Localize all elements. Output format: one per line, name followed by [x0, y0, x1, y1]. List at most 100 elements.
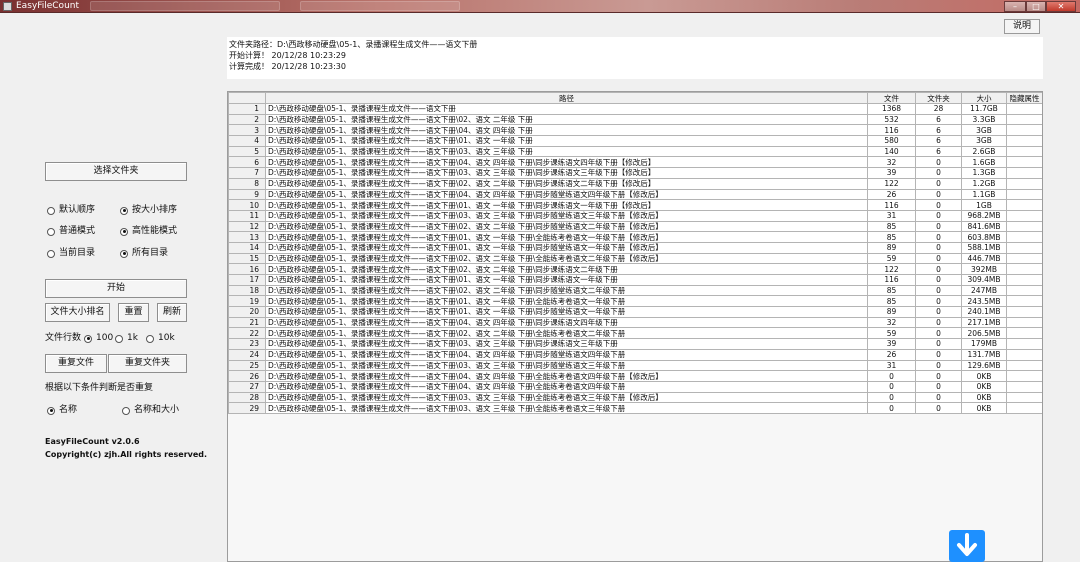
radio-current-directory[interactable]: 当前目录 [47, 248, 95, 259]
radio-label: 10k [158, 333, 175, 343]
table-row[interactable]: 18 D:\西政移动硬盘\05-1、录播课程生成文件——语文下册\02、语文 二年… [228, 284, 1042, 297]
cell-path: D:\西政移动硬盘\05-1、录播课程生成文件——语文下册\04、语文 四年级 … [265, 124, 868, 137]
cell-path: D:\西政移动硬盘\05-1、录播课程生成文件——语文下册\04、语文 四年级 … [265, 188, 868, 201]
radio-dot [47, 227, 55, 236]
table-row[interactable]: 20 D:\西政移动硬盘\05-1、录播课程生成文件——语文下册\01、语文 一年… [228, 306, 1042, 318]
cell-path: D:\西政移动硬盘\05-1、录播课程生成文件——语文下册\03、语文 三年级 … [265, 338, 868, 350]
maximize-icon[interactable]: □ [1026, 1, 1046, 12]
cell-path: D:\西政移动硬盘\05-1、录播课程生成文件——语文下册\04、语文 四年级 … [265, 370, 868, 382]
table-row[interactable]: 15 D:\西政移动硬盘\05-1、录播课程生成文件——语文下册\02、语文 二年… [228, 252, 1042, 265]
start-button[interactable]: 开始 [45, 279, 187, 298]
table-row[interactable]: 14 D:\西政移动硬盘\05-1、录播课程生成文件——语文下册\01、语文 一年… [228, 241, 1042, 254]
duplicate-files-button[interactable]: 重复文件 [45, 354, 107, 373]
column-header-folders[interactable]: 文件夹 [915, 92, 962, 104]
cell-folders: 0 [915, 359, 962, 372]
table-row[interactable]: 22 D:\西政移动硬盘\05-1、录播课程生成文件——语文下册\02、语文 二年… [228, 327, 1042, 340]
cell-files: 39 [867, 167, 916, 179]
radio-lines-100[interactable]: 100 [84, 333, 113, 344]
cell-folders: 0 [915, 167, 962, 179]
cell-size: 841.6MB [961, 220, 1007, 233]
cell-index: 1 [228, 103, 266, 115]
radio-dot [146, 334, 154, 343]
table-row[interactable]: 7 D:\西政移动硬盘\05-1、录播课程生成文件——语文下册\03、语文 三年级… [228, 167, 1042, 179]
folder-path-text: 文件夹路径：D:\西政移动硬盘\05-1、录播课程生成文件——语文下册 [229, 40, 478, 49]
table-row[interactable]: 5 D:\西政移动硬盘\05-1、录播课程生成文件——语文下册\03、语文 三年级… [228, 145, 1042, 158]
table-row[interactable]: 1 D:\西政移动硬盘\05-1、录播课程生成文件——语文下册 1368 28 11.7… [228, 103, 1042, 115]
cell-hidden [1006, 391, 1042, 404]
table-row[interactable]: 25 D:\西政移动硬盘\05-1、录播课程生成文件——语文下册\03、语文 三年… [228, 359, 1042, 372]
radio-sort-by-size[interactable]: 按大小排序 [120, 205, 177, 216]
results-table[interactable]: 路径 文件 文件夹 大小 隐藏属性 1 D:\西政移动硬盘\05-1、录播课程生成… [227, 91, 1043, 562]
minimize-icon[interactable]: – [1004, 1, 1026, 12]
cell-index: 6 [228, 156, 266, 169]
download-arrow-icon[interactable] [949, 530, 985, 562]
radio-label: 100 [96, 333, 114, 343]
cell-hidden [1006, 177, 1042, 190]
table-row[interactable]: 3 D:\西政移动硬盘\05-1、录播课程生成文件——语文下册\04、语文 四年级… [228, 124, 1042, 137]
file-size-rank-button[interactable]: 文件大小排名 [45, 303, 110, 322]
cell-folders: 0 [915, 199, 962, 211]
radio-default-order[interactable]: 默认顺序 [47, 205, 95, 216]
table-row[interactable]: 12 D:\西政移动硬盘\05-1、录播课程生成文件——语文下册\02、语文 二年… [228, 220, 1042, 233]
cell-files: 31 [867, 359, 916, 372]
cell-index: 17 [228, 274, 266, 286]
cell-files: 85 [867, 284, 916, 297]
cell-size: 243.5MB [961, 295, 1007, 308]
radio-lines-1k[interactable]: 1k [115, 333, 138, 344]
cell-hidden [1006, 274, 1042, 286]
table-row[interactable]: 26 D:\西政移动硬盘\05-1、录播课程生成文件——语文下册\04、语文 四年… [228, 370, 1042, 382]
table-row[interactable]: 13 D:\西政移动硬盘\05-1、录播课程生成文件——语文下册\01、语文 一年… [228, 231, 1042, 243]
cell-size: 0KB [961, 380, 1007, 393]
cell-hidden [1006, 380, 1042, 393]
table-row[interactable]: 23 D:\西政移动硬盘\05-1、录播课程生成文件——语文下册\03、语文 三年… [228, 338, 1042, 350]
cell-size: 392MB [961, 263, 1007, 275]
table-row[interactable]: 2 D:\西政移动硬盘\05-1、录播课程生成文件——语文下册\02、语文 二年级… [228, 113, 1042, 126]
table-row[interactable]: 21 D:\西政移动硬盘\05-1、录播课程生成文件——语文下册\04、语文 四年… [228, 316, 1042, 329]
cell-hidden [1006, 209, 1042, 222]
radio-high-performance-mode[interactable]: 高性能模式 [120, 226, 177, 237]
radio-by-name-and-size[interactable]: 名称和大小 [122, 405, 179, 416]
refresh-button[interactable]: 刷新 [157, 303, 187, 322]
cell-folders: 0 [915, 209, 962, 222]
table-row[interactable]: 11 D:\西政移动硬盘\05-1、录播课程生成文件——语文下册\03、语文 三年… [228, 209, 1042, 222]
radio-label: 名称 [59, 405, 78, 415]
column-header-index[interactable] [228, 92, 266, 104]
table-row[interactable]: 9 D:\西政移动硬盘\05-1、录播课程生成文件——语文下册\04、语文 四年级… [228, 188, 1042, 201]
column-header-path[interactable]: 路径 [265, 92, 868, 104]
radio-dot [115, 334, 123, 343]
radio-lines-10k[interactable]: 10k [146, 333, 175, 344]
table-row[interactable]: 6 D:\西政移动硬盘\05-1、录播课程生成文件——语文下册\04、语文 四年级… [228, 156, 1042, 169]
cell-path: D:\西政移动硬盘\05-1、录播课程生成文件——语文下册\02、语文 二年级 … [265, 113, 868, 126]
table-row[interactable]: 19 D:\西政移动硬盘\05-1、录播课程生成文件——语文下册\01、语文 一年… [228, 295, 1042, 308]
table-row[interactable]: 29 D:\西政移动硬盘\05-1、录播课程生成文件——语文下册\03、语文 三年… [228, 402, 1042, 414]
cell-size: 247MB [961, 284, 1007, 297]
radio-by-name[interactable]: 名称 [47, 405, 77, 416]
duplicate-folders-button[interactable]: 重复文件夹 [108, 354, 187, 373]
table-row[interactable]: 4 D:\西政移动硬盘\05-1、录播课程生成文件——语文下册\01、语文 一年级… [228, 135, 1042, 147]
table-row[interactable]: 8 D:\西政移动硬盘\05-1、录播课程生成文件——语文下册\02、语文 二年级… [228, 177, 1042, 190]
cell-folders: 0 [915, 348, 962, 361]
cell-hidden [1006, 199, 1042, 211]
radio-normal-mode[interactable]: 普通模式 [47, 226, 95, 237]
column-header-files[interactable]: 文件 [867, 92, 916, 104]
help-button[interactable]: 说明 [1004, 19, 1040, 34]
cell-path: D:\西政移动硬盘\05-1、录播课程生成文件——语文下册\02、语文 二年级 … [265, 263, 868, 275]
cell-folders: 0 [915, 306, 962, 318]
cell-path: D:\西政移动硬盘\05-1、录播课程生成文件——语文下册 [265, 103, 868, 115]
reset-button[interactable]: 重置 [118, 303, 149, 322]
cell-index: 21 [228, 316, 266, 329]
radio-all-directories[interactable]: 所有目录 [120, 248, 168, 259]
cell-size: 1GB [961, 199, 1007, 211]
table-row[interactable]: 10 D:\西政移动硬盘\05-1、录播课程生成文件——语文下册\01、语文 一年… [228, 199, 1042, 211]
table-row[interactable]: 17 D:\西政移动硬盘\05-1、录播课程生成文件——语文下册\01、语文 一年… [228, 274, 1042, 286]
table-row[interactable]: 16 D:\西政移动硬盘\05-1、录播课程生成文件——语文下册\02、语文 二年… [228, 263, 1042, 275]
column-header-hidden[interactable]: 隐藏属性 [1006, 92, 1042, 104]
cell-files: 85 [867, 295, 916, 308]
table-row[interactable]: 28 D:\西政移动硬盘\05-1、录播课程生成文件——语文下册\03、语文 三年… [228, 391, 1042, 404]
column-header-size[interactable]: 大小 [961, 92, 1007, 104]
close-icon[interactable]: ✕ [1046, 1, 1076, 12]
table-row[interactable]: 27 D:\西政移动硬盘\05-1、录播课程生成文件——语文下册\04、语文 四年… [228, 380, 1042, 393]
cell-hidden [1006, 284, 1042, 297]
select-folder-button[interactable]: 选择文件夹 [45, 162, 187, 181]
table-row[interactable]: 24 D:\西政移动硬盘\05-1、录播课程生成文件——语文下册\04、语文 四年… [228, 348, 1042, 361]
